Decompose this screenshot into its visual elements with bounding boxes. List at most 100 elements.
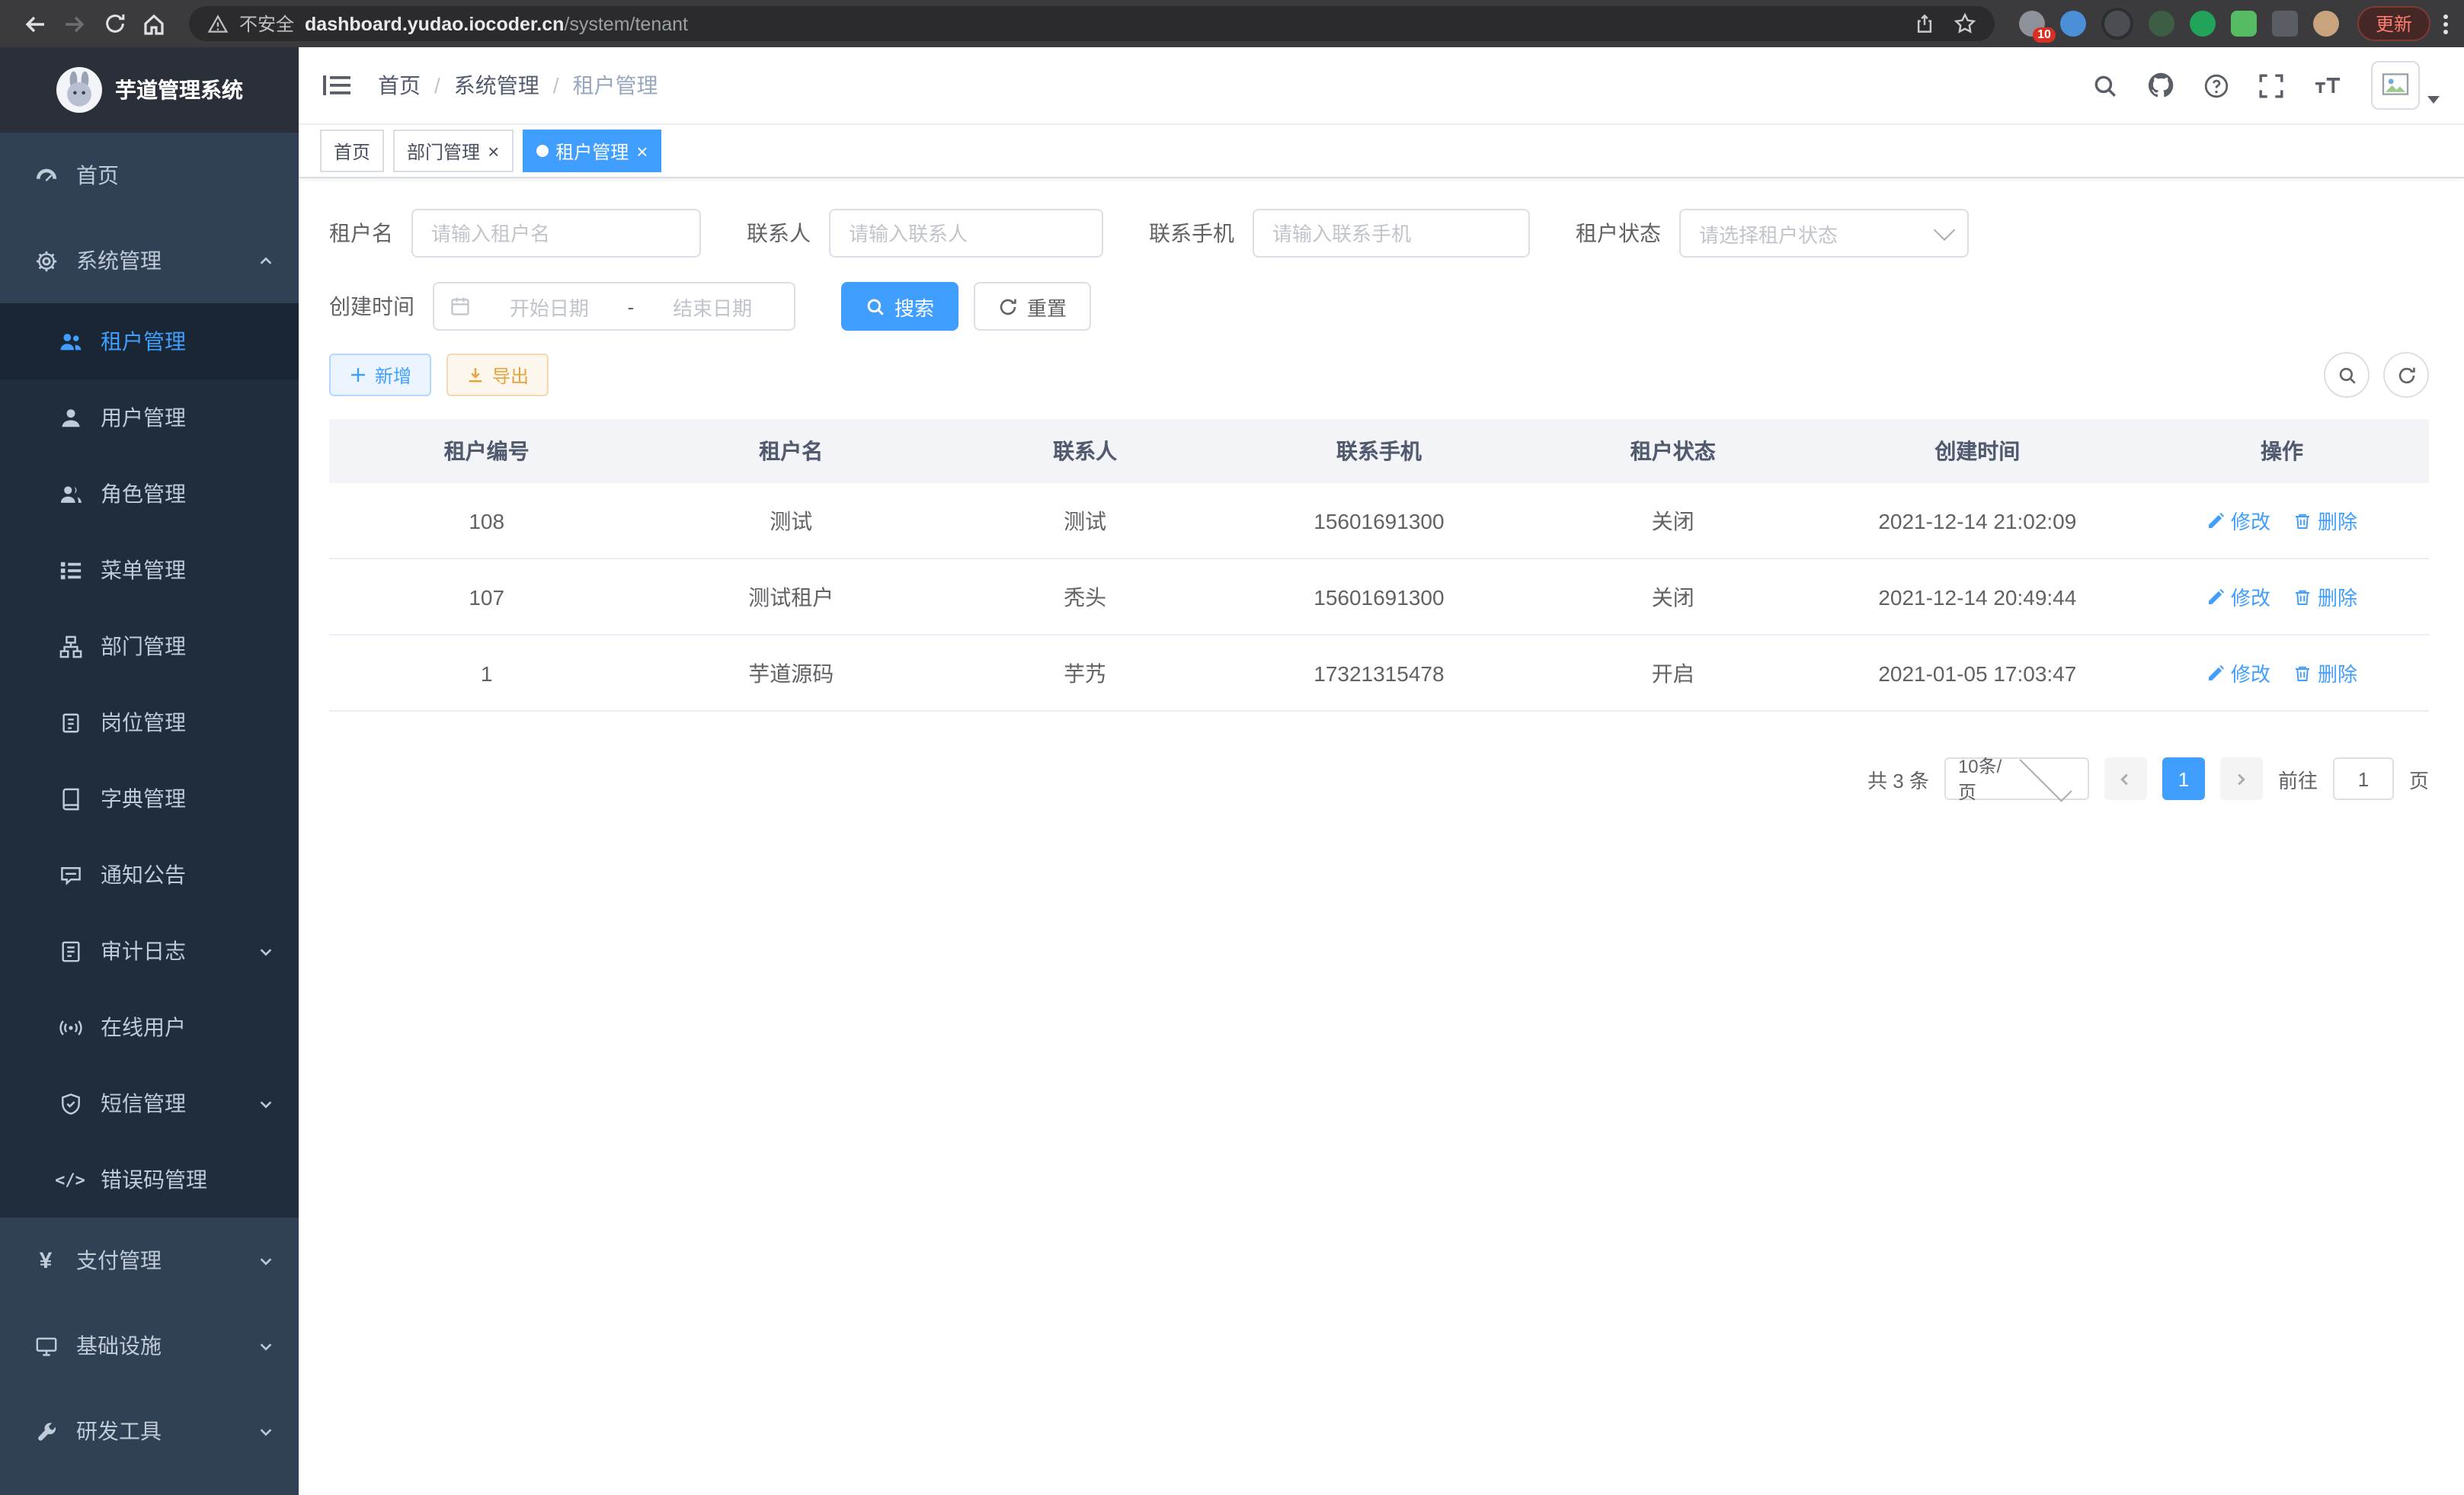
- back-icon[interactable]: [15, 4, 55, 43]
- tab-dept[interactable]: 部门管理 ×: [393, 130, 513, 172]
- extension-icon-pin[interactable]: 10: [2019, 11, 2045, 37]
- sidebar-item-sms[interactable]: 短信管理: [0, 1065, 299, 1141]
- github-icon[interactable]: [2147, 72, 2174, 99]
- cell-tenant-name: 测试: [644, 483, 938, 559]
- breadcrumb-system[interactable]: 系统管理: [454, 70, 539, 101]
- sidebar-item-online-users[interactable]: 在线用户: [0, 989, 299, 1065]
- search-button[interactable]: 搜索: [841, 282, 958, 331]
- post-badge-icon: [58, 710, 82, 735]
- sidebar-item-home[interactable]: 首页: [0, 133, 299, 218]
- sidebar-item-label: 首页: [76, 160, 119, 190]
- toggle-search-icon[interactable]: [2324, 352, 2370, 398]
- goto-page-input[interactable]: [2333, 757, 2394, 800]
- tab-home[interactable]: 首页: [320, 130, 384, 172]
- font-size-icon[interactable]: [2313, 73, 2342, 98]
- breadcrumb-home[interactable]: 首页: [378, 70, 421, 101]
- sidebar-item-post[interactable]: 岗位管理: [0, 684, 299, 760]
- browser-update-button[interactable]: 更新: [2357, 6, 2430, 41]
- extension-icon-green-circle[interactable]: [2190, 11, 2216, 37]
- sidebar-item-role[interactable]: 角色管理: [0, 456, 299, 532]
- forward-icon[interactable]: [55, 4, 94, 43]
- phone-input[interactable]: [1253, 209, 1530, 258]
- extension-icon-green-square[interactable]: [2231, 11, 2257, 37]
- sidebar-item-dept[interactable]: 部门管理: [0, 608, 299, 684]
- reset-button[interactable]: 重置: [974, 282, 1091, 331]
- contact-input[interactable]: [829, 209, 1103, 258]
- avatar: [2371, 61, 2420, 110]
- sidebar-item-tenant[interactable]: 租户管理: [0, 303, 299, 379]
- sidebar-logo[interactable]: 芋道管理系统: [0, 47, 299, 133]
- sidebar-item-payment[interactable]: ¥ 支付管理: [0, 1218, 299, 1303]
- col-contact: 联系人: [938, 419, 1232, 483]
- add-button[interactable]: 新增: [329, 354, 431, 396]
- sidebar-item-dev-tools[interactable]: 研发工具: [0, 1388, 299, 1474]
- extension-icon-blue-drop[interactable]: [2060, 11, 2086, 37]
- chevron-down-icon: [2427, 96, 2440, 104]
- tab-tenant[interactable]: 租户管理 ×: [522, 130, 661, 172]
- status-select[interactable]: 请选择租户状态: [1679, 209, 1969, 258]
- refresh-table-icon[interactable]: [2383, 352, 2429, 398]
- browser-menu-icon[interactable]: [2443, 11, 2449, 36]
- browser-toolbar: 不安全 dashboard.yudao.iocoder.cn/system/te…: [0, 0, 2464, 47]
- cell-contact: 秃头: [938, 559, 1232, 635]
- next-page-icon[interactable]: [2220, 757, 2263, 800]
- sidebar-item-notice[interactable]: 通知公告: [0, 837, 299, 913]
- page-size-select[interactable]: 10条/页: [1944, 757, 2089, 800]
- edit-button[interactable]: 修改: [2206, 582, 2270, 611]
- user-avatar-menu[interactable]: [2371, 61, 2440, 110]
- delete-button[interactable]: 删除: [2293, 658, 2357, 687]
- help-icon[interactable]: [2203, 72, 2229, 98]
- tenant-users-icon: [58, 329, 82, 354]
- edit-button[interactable]: 修改: [2206, 506, 2270, 535]
- edit-button[interactable]: 修改: [2206, 658, 2270, 687]
- goto-label: 前往: [2278, 764, 2318, 793]
- security-label[interactable]: 不安全: [239, 11, 294, 37]
- extensions-row: 10: [2019, 8, 2339, 40]
- chevron-down-icon: [258, 943, 274, 959]
- header-search-icon[interactable]: [2092, 72, 2118, 98]
- sidebar-item-error-code[interactable]: </> 错误码管理: [0, 1141, 299, 1218]
- cell-contact: 芋艿: [938, 635, 1232, 711]
- sidebar-item-system[interactable]: 系统管理: [0, 218, 299, 303]
- page-number-button[interactable]: 1: [2162, 757, 2205, 800]
- dashboard-icon: [34, 163, 58, 187]
- date-range-picker[interactable]: 开始日期 - 结束日期: [433, 282, 795, 331]
- cell-created: 2021-01-05 17:03:47: [1820, 635, 2135, 711]
- extension-icon-green-sphere[interactable]: [2149, 11, 2174, 37]
- fullscreen-icon[interactable]: [2258, 72, 2284, 98]
- sidebar-item-menu[interactable]: 菜单管理: [0, 532, 299, 608]
- url-domain: dashboard.yudao.iocoder.cn: [305, 13, 564, 34]
- security-warning-icon[interactable]: [207, 13, 229, 34]
- delete-button[interactable]: 删除: [2293, 506, 2357, 535]
- sidebar-item-label: 角色管理: [101, 479, 186, 509]
- extension-icon-plugin[interactable]: [2272, 11, 2298, 37]
- prev-page-icon[interactable]: [2104, 757, 2147, 800]
- sidebar-item-audit-log[interactable]: 审计日志: [0, 913, 299, 989]
- close-icon[interactable]: ×: [488, 141, 499, 161]
- sidebar-item-user[interactable]: 用户管理: [0, 379, 299, 456]
- chevron-down-icon: [2019, 749, 2072, 802]
- share-icon[interactable]: [1914, 13, 1935, 34]
- tenant-name-input[interactable]: [411, 209, 701, 258]
- export-button[interactable]: 导出: [446, 354, 549, 396]
- address-bar[interactable]: 不安全 dashboard.yudao.iocoder.cn/system/te…: [189, 6, 1995, 41]
- chevron-down-icon: [258, 1423, 274, 1439]
- logo-rabbit-icon: [56, 67, 101, 113]
- refresh-icon[interactable]: [94, 4, 134, 43]
- cell-contact: 测试: [938, 483, 1232, 559]
- sidebar-toggle-icon[interactable]: [323, 73, 350, 98]
- table-header-row: 租户编号 租户名 联系人 联系手机 租户状态 创建时间 操作: [329, 419, 2429, 483]
- url-text[interactable]: dashboard.yudao.iocoder.cn/system/tenant: [305, 13, 688, 34]
- sidebar-item-dict[interactable]: 字典管理: [0, 760, 299, 837]
- sidebar-item-label: 审计日志: [101, 936, 186, 966]
- extension-icon-avatar[interactable]: [2313, 11, 2339, 37]
- sidebar-item-infra[interactable]: 基础设施: [0, 1303, 299, 1388]
- delete-button[interactable]: 删除: [2293, 582, 2357, 611]
- close-icon[interactable]: ×: [636, 141, 648, 161]
- status-label: 租户状态: [1576, 218, 1679, 248]
- extension-icon-dark-sphere[interactable]: [2101, 8, 2133, 40]
- status-select-placeholder: 请选择租户状态: [1699, 219, 1937, 248]
- cell-phone: 17321315478: [1232, 635, 1526, 711]
- bookmark-star-icon[interactable]: [1954, 12, 1976, 35]
- home-icon[interactable]: [134, 4, 174, 43]
